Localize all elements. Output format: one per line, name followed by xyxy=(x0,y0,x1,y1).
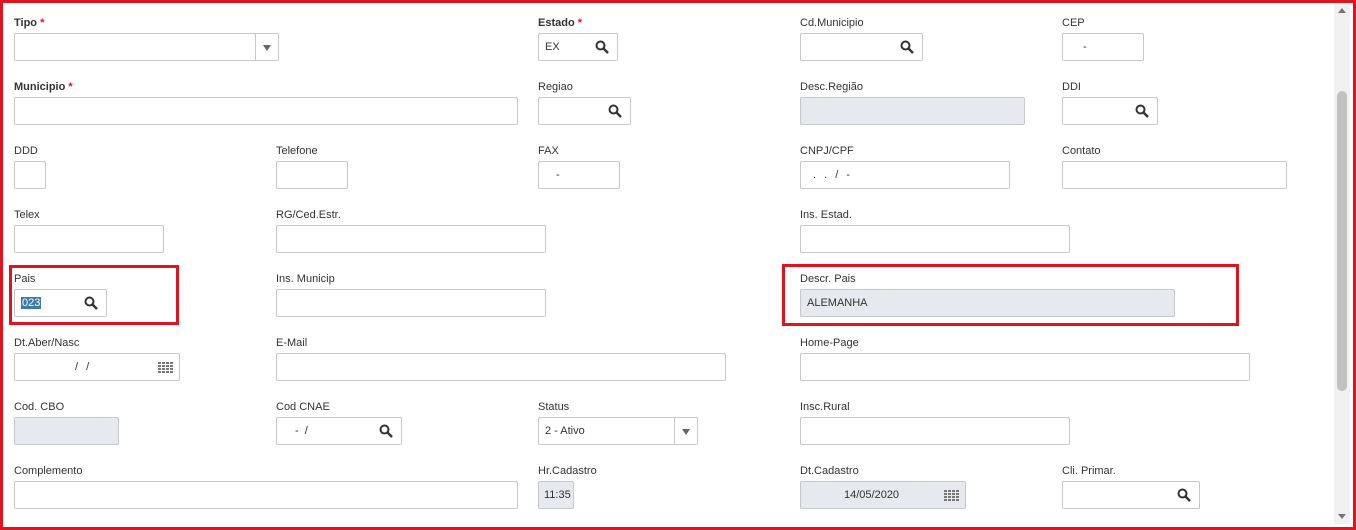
required-marker: * xyxy=(577,17,583,29)
search-icon[interactable] xyxy=(1177,488,1191,502)
ddd-label: DDD xyxy=(14,145,38,157)
email-input[interactable] xyxy=(276,353,726,381)
contato-label: Contato xyxy=(1062,145,1101,157)
regiao-label: Regiao xyxy=(538,81,573,93)
pais-value: 023 xyxy=(21,297,42,309)
search-icon[interactable] xyxy=(900,40,914,54)
home-page-label: Home-Page xyxy=(800,337,859,349)
search-icon[interactable] xyxy=(379,424,393,438)
cli-primar-input[interactable] xyxy=(1062,481,1200,509)
cod-cbo-field xyxy=(14,417,119,445)
telex-input[interactable] xyxy=(14,225,164,253)
status-label: Status xyxy=(538,401,570,413)
descr-pais-label: Descr. Pais xyxy=(800,273,856,285)
estado-value: EX xyxy=(545,41,560,53)
search-icon[interactable] xyxy=(595,40,609,54)
dropdown-separator xyxy=(255,34,256,60)
tipo-label: Tipo * xyxy=(14,17,45,29)
descr-pais-field: ALEMANHA xyxy=(800,289,1175,317)
desc-regiao-field xyxy=(800,97,1025,125)
calendar-icon[interactable] xyxy=(158,362,173,373)
municipio-input[interactable] xyxy=(14,97,518,125)
pais-input[interactable]: 023 xyxy=(14,289,107,317)
pais-label: Pais xyxy=(14,273,36,285)
ddi-input[interactable] xyxy=(1062,97,1158,125)
regiao-input[interactable] xyxy=(538,97,631,125)
cod-cnae-label: Cod CNAE xyxy=(276,401,330,413)
estado-label: Estado * xyxy=(538,17,583,29)
cd-municipio-label: Cd.Municipio xyxy=(800,17,864,29)
cep-label: CEP xyxy=(1062,17,1085,29)
ddd-input[interactable] xyxy=(14,161,46,189)
hr-cadastro-value: 11:35 xyxy=(544,489,571,501)
fax-label: FAX xyxy=(538,145,559,157)
ins-municip-label: Ins. Municip xyxy=(276,273,335,285)
cnpj-cpf-input[interactable]: . . / - xyxy=(800,161,1010,189)
fax-input[interactable]: - xyxy=(538,161,620,189)
dt-aber-nasc-value: / / xyxy=(75,361,90,373)
rg-ced-estr-label: RG/Ced.Estr. xyxy=(276,209,341,221)
telex-label: Telex xyxy=(14,209,40,221)
cep-value: - xyxy=(1083,41,1087,53)
telefone-input[interactable] xyxy=(276,161,348,189)
desc-regiao-label: Desc.Região xyxy=(800,81,863,93)
rg-ced-estr-input[interactable] xyxy=(276,225,546,253)
complemento-label: Complemento xyxy=(14,465,83,477)
home-page-input[interactable] xyxy=(800,353,1250,381)
required-marker: * xyxy=(40,17,45,29)
cep-input[interactable]: - xyxy=(1062,33,1144,61)
ddi-label: DDI xyxy=(1062,81,1081,93)
calendar-icon xyxy=(944,490,959,501)
insc-rural-input[interactable] xyxy=(800,417,1070,445)
descr-pais-value: ALEMANHA xyxy=(807,297,868,309)
scrollbar-thumb[interactable] xyxy=(1337,91,1347,391)
cnpj-cpf-label: CNPJ/CPF xyxy=(800,145,854,157)
dt-cadastro-value: 14/05/2020 xyxy=(844,489,900,501)
dt-cadastro-field: 14/05/2020 xyxy=(800,481,966,509)
chevron-down-icon[interactable] xyxy=(263,45,271,51)
contato-input[interactable] xyxy=(1062,161,1287,189)
chevron-down-icon[interactable] xyxy=(682,429,690,435)
scroll-down-arrow-icon[interactable] xyxy=(1338,514,1346,519)
required-marker: * xyxy=(68,81,73,93)
tipo-select[interactable] xyxy=(14,33,279,61)
insc-rural-label: Insc.Rural xyxy=(800,401,850,413)
cd-municipio-input[interactable] xyxy=(800,33,923,61)
dt-cadastro-label: Dt.Cadastro xyxy=(800,465,859,477)
ins-estad-input[interactable] xyxy=(800,225,1070,253)
hr-cadastro-field: 11:35 xyxy=(538,481,574,509)
search-icon[interactable] xyxy=(608,104,622,118)
municipio-label: Municipio * xyxy=(14,81,73,93)
scroll-up-arrow-icon[interactable] xyxy=(1338,8,1346,13)
status-value: 2 - Ativo xyxy=(545,425,585,437)
dt-aber-nasc-label: Dt.Aber/Nasc xyxy=(14,337,80,349)
dropdown-separator xyxy=(674,418,675,444)
cnpj-cpf-value: . . / - xyxy=(813,169,850,181)
status-select[interactable]: 2 - Ativo xyxy=(538,417,698,445)
hr-cadastro-label: Hr.Cadastro xyxy=(538,465,597,477)
ins-estad-label: Ins. Estad. xyxy=(800,209,852,221)
vertical-scrollbar[interactable] xyxy=(1334,3,1350,524)
estado-input[interactable]: EX xyxy=(538,33,618,61)
complemento-input[interactable] xyxy=(14,481,518,509)
ins-municip-input[interactable] xyxy=(276,289,546,317)
dt-aber-nasc-input[interactable]: / / xyxy=(14,353,180,381)
cli-primar-label: Cli. Primar. xyxy=(1062,465,1116,477)
telefone-label: Telefone xyxy=(276,145,318,157)
search-icon[interactable] xyxy=(1135,104,1149,118)
cod-cnae-input[interactable]: - / xyxy=(276,417,402,445)
cod-cbo-label: Cod. CBO xyxy=(14,401,65,413)
search-icon[interactable] xyxy=(84,296,98,310)
fax-value: - xyxy=(556,169,560,181)
email-label: E-Mail xyxy=(276,337,308,349)
cod-cnae-value: - / xyxy=(295,425,308,437)
